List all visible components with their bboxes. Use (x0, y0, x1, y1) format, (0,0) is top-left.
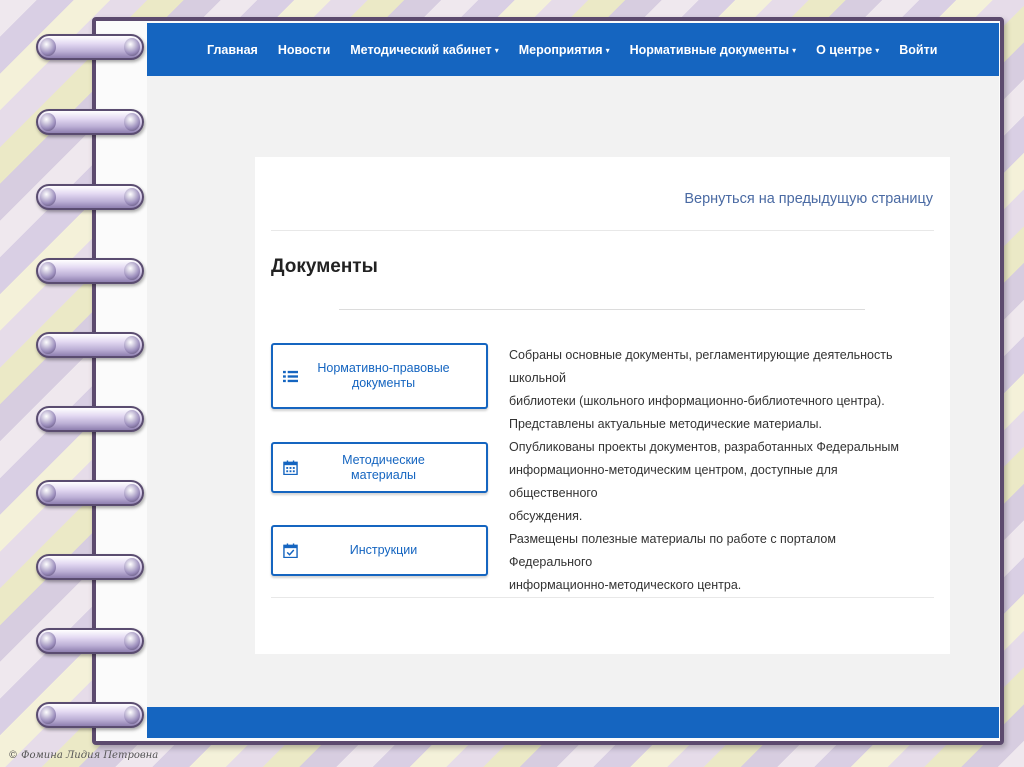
nav-label: Войти (899, 42, 938, 57)
divider (271, 230, 934, 231)
description-line: информационно-методического центра. (509, 578, 742, 592)
description-line: информационно-методическим центром, дост… (509, 463, 838, 500)
normative-legal-docs-button[interactable]: Нормативно-правовые документы (271, 343, 488, 409)
binder-ring (36, 554, 144, 580)
button-label: Инструкции (349, 543, 418, 557)
nav-item-about[interactable]: О центре ▾ (816, 43, 879, 57)
main-navbar: Главная Новости Методический кабинет ▾ Ме… (147, 23, 999, 76)
nav-label: Главная (207, 42, 258, 57)
documents-card: Вернуться на предыдущую страницу Докумен… (255, 157, 950, 654)
nav-item-login[interactable]: Войти (899, 43, 937, 57)
description-line: обсуждения. (509, 509, 583, 523)
description-line: Собраны основные документы, регламентиру… (509, 348, 893, 385)
chevron-down-icon: ▾ (605, 45, 610, 55)
binder-ring (36, 34, 144, 60)
calendar-check-icon (283, 543, 298, 558)
binder-ring (36, 332, 144, 358)
page-title: Документы (271, 256, 378, 277)
section-description: Размещены полезные материалы по работе с… (509, 528, 919, 597)
binder-ring (36, 109, 144, 135)
description-line: Опубликованы проекты документов, разрабо… (509, 440, 899, 454)
nav-label: О центре (816, 42, 873, 57)
instructions-button[interactable]: Инструкции (271, 525, 488, 576)
description-line: библиотеки (школьного информационно-библ… (509, 394, 885, 408)
methodical-materials-button[interactable]: Методические материалы (271, 442, 488, 493)
list-icon (283, 370, 298, 382)
binder-ring (36, 184, 144, 210)
divider (271, 597, 934, 598)
divider (339, 309, 865, 310)
description-line: Представлены актуальные методические мат… (509, 417, 822, 431)
nav-label: Новости (277, 42, 331, 57)
nav-item-normative-docs[interactable]: Нормативные документы ▾ (630, 43, 796, 57)
chevron-down-icon: ▾ (875, 45, 880, 55)
chevron-down-icon: ▾ (494, 45, 499, 55)
button-label: Методические материалы (342, 452, 425, 482)
section-description: Собраны основные документы, регламентиру… (509, 344, 919, 413)
binder-ring (36, 258, 144, 284)
binder-ring (36, 702, 144, 728)
nav-label: Нормативные документы (629, 42, 790, 57)
nav-label: Мероприятия (518, 42, 603, 57)
binder-ring (36, 628, 144, 654)
calendar-icon (283, 460, 298, 475)
nav-label: Методический кабинет (350, 42, 492, 57)
footer-bar (147, 707, 999, 738)
nav-item-events[interactable]: Мероприятия ▾ (519, 43, 610, 57)
binder-ring (36, 480, 144, 506)
nav-item-methodical-cabinet[interactable]: Методический кабинет ▾ (350, 43, 498, 57)
button-label: Нормативно-правовые документы (317, 361, 450, 390)
section-description: Представлены актуальные методические мат… (509, 413, 919, 528)
description-line: Размещены полезные материалы по работе с… (509, 532, 836, 569)
binder-ring (36, 406, 144, 432)
nav-item-news[interactable]: Новости (278, 43, 330, 57)
nav-item-home[interactable]: Главная (207, 43, 258, 57)
author-watermark: © Фомина Лидия Петровна (8, 750, 159, 761)
chevron-down-icon: ▾ (792, 45, 797, 55)
back-link[interactable]: Вернуться на предыдущую страницу (684, 191, 933, 207)
